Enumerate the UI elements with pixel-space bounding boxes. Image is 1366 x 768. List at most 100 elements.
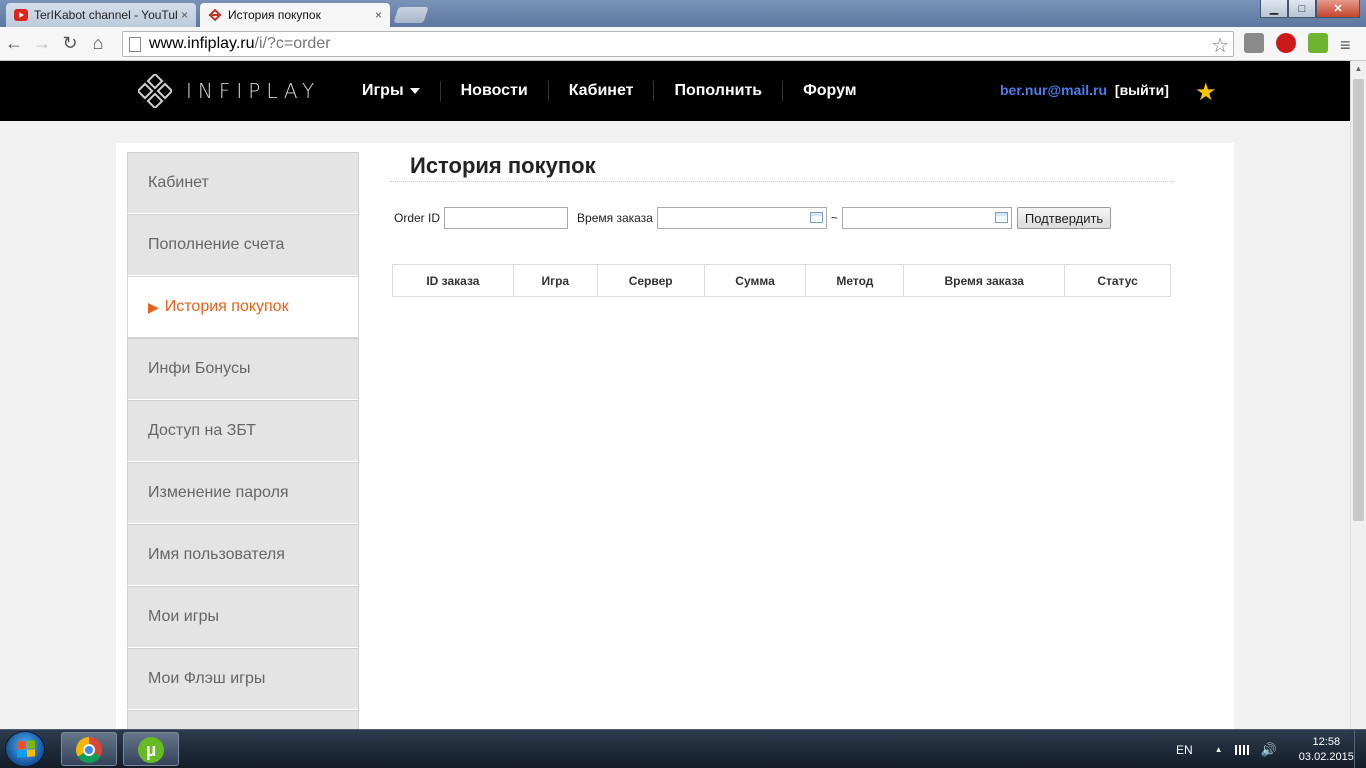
- clock-time: 12:58: [1312, 735, 1341, 748]
- order-filter: Order ID Время заказа ~ Подтвердить: [394, 206, 1112, 230]
- order-time-label: Время заказа: [577, 211, 653, 225]
- home-button[interactable]: ⌂: [84, 33, 112, 54]
- sidebar-item-label: Кабинет: [148, 174, 209, 191]
- minimize-button[interactable]: ▁: [1260, 0, 1288, 18]
- clock-date: 03.02.2015: [1298, 750, 1354, 763]
- date-to-input[interactable]: [841, 207, 1012, 229]
- user-email-link[interactable]: ber.nur@mail.ru: [1000, 82, 1107, 98]
- taskbar-utorrent-button[interactable]: µ: [123, 732, 179, 766]
- chrome-icon: [76, 737, 102, 763]
- logo-text: INFIPLAY: [186, 79, 321, 103]
- back-button[interactable]: ←: [0, 33, 28, 54]
- date-from-field: [656, 207, 827, 229]
- infiplay-logo-icon: [138, 74, 172, 108]
- sidebar-item-purchase-history[interactable]: ▶ История покупок: [127, 276, 359, 338]
- tab-title: TerIKabot channel - YouTube: [34, 8, 177, 22]
- sidebar-item-infi-bonuses[interactable]: Инфи Бонусы: [127, 338, 359, 400]
- scroll-up-icon[interactable]: ▲: [1351, 61, 1366, 77]
- network-icon[interactable]: [1234, 744, 1251, 755]
- bookmark-star-icon[interactable]: ☆: [1211, 33, 1229, 58]
- window-controls: ▁ □ ✕: [1260, 0, 1360, 18]
- page-viewport: INFIPLAY Игры Новости Кабинет Пополнить …: [0, 61, 1350, 729]
- reload-button[interactable]: ↻: [56, 33, 84, 54]
- browser-tabstrip: TerIKabot channel - YouTube × История по…: [0, 0, 1366, 27]
- sidebar-item-label: Доступ на ЗБТ: [148, 422, 256, 439]
- col-order-id: ID заказа: [392, 264, 514, 297]
- close-window-button[interactable]: ✕: [1316, 0, 1360, 18]
- download-extension-icon[interactable]: [1308, 33, 1328, 53]
- sidebar-item-cbt-access[interactable]: Доступ на ЗБТ: [127, 400, 359, 462]
- forward-button[interactable]: →: [28, 33, 56, 54]
- system-tray: EN ▲ 🔊 12:58 03.02.2015: [1176, 730, 1354, 768]
- system-clock[interactable]: 12:58 03.02.2015: [1299, 735, 1354, 765]
- tab-close-icon[interactable]: ×: [375, 8, 382, 22]
- nav-topup[interactable]: Пополнить: [654, 81, 784, 101]
- page-scrollbar[interactable]: ▲: [1350, 61, 1366, 729]
- sidebar-item-more[interactable]: [127, 710, 359, 729]
- user-area: ber.nur@mail.ru [выйти]: [1000, 82, 1169, 98]
- favorite-star-icon[interactable]: ★: [1195, 78, 1217, 107]
- tab-title: История покупок: [228, 8, 321, 22]
- page-icon: [129, 36, 141, 52]
- nav-cabinet[interactable]: Кабинет: [549, 81, 655, 101]
- youtube-icon: [14, 9, 28, 21]
- taskbar-chrome-button[interactable]: [61, 732, 117, 766]
- account-sidebar: Кабинет Пополнение счета ▶ История покупо…: [127, 152, 359, 729]
- sidebar-item-username[interactable]: Имя пользователя: [127, 524, 359, 586]
- calendar-icon[interactable]: [809, 212, 823, 223]
- new-tab-button[interactable]: [393, 7, 429, 23]
- sidebar-item-topup[interactable]: Пополнение счета: [127, 214, 359, 276]
- date-to-field: [841, 207, 1012, 229]
- tab-purchase-history[interactable]: История покупок ×: [200, 3, 390, 27]
- extension-icon[interactable]: [1244, 33, 1264, 53]
- main-nav: Игры Новости Кабинет Пополнить Форум: [342, 61, 877, 121]
- volume-icon[interactable]: 🔊: [1261, 742, 1277, 758]
- sidebar-item-cabinet[interactable]: Кабинет: [127, 152, 359, 214]
- submit-button[interactable]: Подтвердить: [1016, 207, 1112, 229]
- nav-news[interactable]: Новости: [441, 81, 549, 101]
- logout-link[interactable]: [выйти]: [1115, 82, 1169, 98]
- table-header-row: ID заказа Игра Сервер Сумма Метод Время …: [392, 264, 1171, 297]
- maximize-button[interactable]: □: [1288, 0, 1316, 18]
- col-method: Метод: [805, 264, 905, 297]
- scrollbar-thumb[interactable]: [1353, 79, 1364, 521]
- col-order-time: Время заказа: [903, 264, 1066, 297]
- title-divider: [390, 181, 1174, 182]
- start-button[interactable]: [5, 731, 45, 767]
- browser-toolbar: ← → ↻ ⌂ www.infiplay.ru/i/?c=order ☆ ≡: [0, 27, 1366, 61]
- show-desktop-button[interactable]: [1354, 730, 1366, 768]
- windows-logo-icon: [17, 740, 35, 758]
- windows-taskbar: µ EN ▲ 🔊 12:58 03.02.2015: [0, 729, 1366, 768]
- sidebar-item-my-games[interactable]: Мои игры: [127, 586, 359, 648]
- calendar-icon[interactable]: [994, 212, 1008, 223]
- page-title: История покупок: [410, 153, 596, 178]
- date-from-input[interactable]: [656, 207, 827, 229]
- url-path: /i/?c=order: [254, 35, 331, 52]
- browser-menu-icon[interactable]: ≡: [1340, 35, 1351, 56]
- adblock-extension-icon[interactable]: [1276, 33, 1296, 53]
- sidebar-item-label: История покупок: [164, 298, 289, 315]
- sidebar-item-label: Мои игры: [148, 608, 219, 625]
- site-logo[interactable]: INFIPLAY: [138, 74, 320, 108]
- infiplay-favicon-icon: [208, 9, 222, 21]
- sidebar-item-change-password[interactable]: Изменение пароля: [127, 462, 359, 524]
- show-hidden-icons-icon[interactable]: ▲: [1215, 745, 1223, 754]
- nav-games[interactable]: Игры: [342, 81, 441, 101]
- order-id-input[interactable]: [444, 207, 569, 229]
- col-status: Статус: [1064, 264, 1171, 297]
- date-range-separator: ~: [830, 211, 838, 225]
- chevron-down-icon: [409, 87, 420, 94]
- nav-forum[interactable]: Форум: [783, 81, 877, 101]
- orders-table: ID заказа Игра Сервер Сумма Метод Время …: [392, 264, 1171, 297]
- order-id-label: Order ID: [394, 211, 441, 225]
- site-header: INFIPLAY Игры Новости Кабинет Пополнить …: [0, 61, 1350, 121]
- tab-close-icon[interactable]: ×: [181, 8, 188, 22]
- address-bar[interactable]: www.infiplay.ru/i/?c=order ☆: [122, 31, 1234, 57]
- col-game: Игра: [512, 264, 598, 297]
- sidebar-item-my-flash-games[interactable]: Мои Флэш игры: [127, 648, 359, 710]
- language-indicator[interactable]: EN: [1176, 743, 1193, 757]
- sidebar-item-label: Инфи Бонусы: [148, 360, 251, 377]
- utorrent-icon: µ: [138, 737, 164, 763]
- tab-youtube[interactable]: TerIKabot channel - YouTube ×: [6, 3, 196, 27]
- nav-label: Игры: [362, 82, 404, 99]
